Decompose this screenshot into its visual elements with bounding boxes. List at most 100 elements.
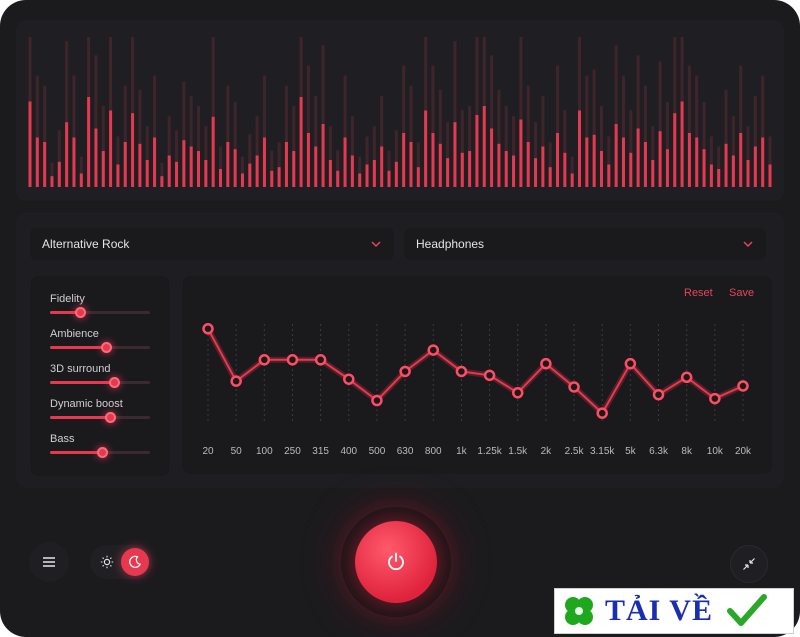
slider-knob[interactable] — [97, 447, 108, 458]
eq-band-handle[interactable] — [427, 344, 440, 356]
chevron-down-icon — [743, 241, 753, 248]
clover-icon — [565, 597, 593, 625]
spectrum-bar — [629, 152, 633, 187]
spectrum-bar — [101, 151, 105, 187]
spectrum-bar — [167, 155, 171, 187]
spectrum-bar — [57, 161, 61, 187]
slider-3d-surround[interactable]: 3D surround — [50, 363, 150, 388]
spectrum-visualizer — [16, 20, 784, 201]
slider-bass[interactable]: Bass — [50, 433, 150, 458]
menu-button[interactable] — [29, 542, 69, 582]
eq-band-handle[interactable] — [314, 354, 327, 366]
slider-track[interactable] — [50, 412, 150, 423]
spectrum-bar — [211, 116, 215, 187]
slider-knob[interactable] — [109, 377, 120, 388]
spectrum-bar — [131, 113, 135, 187]
slider-knob[interactable] — [101, 342, 112, 353]
power-button[interactable] — [355, 521, 437, 603]
slider-track[interactable] — [50, 307, 150, 318]
spectrum-bar — [446, 158, 450, 187]
menu-icon — [43, 557, 55, 567]
spectrum-bar — [182, 140, 186, 187]
spectrum-bar — [394, 161, 398, 187]
eq-band-handle[interactable] — [624, 357, 637, 370]
spectrum-bars — [28, 37, 772, 188]
output-select[interactable]: Headphones — [404, 228, 766, 260]
eq-band-handle[interactable] — [737, 380, 749, 392]
eq-band-handle[interactable] — [399, 365, 411, 378]
eq-band-handle[interactable] — [709, 392, 721, 405]
dark-theme-button[interactable] — [121, 548, 149, 576]
slider-fill — [50, 416, 110, 419]
spectrum-bar — [526, 142, 530, 187]
eq-band-handle[interactable] — [568, 381, 580, 393]
spectrum-bar — [482, 106, 486, 187]
spectrum-bar — [599, 151, 603, 187]
eq-band-handle[interactable] — [258, 354, 271, 366]
genre-select[interactable]: Alternative Rock — [30, 228, 394, 260]
spectrum-bar — [519, 119, 523, 187]
eq-band-handle[interactable] — [483, 369, 496, 382]
slider-track[interactable] — [50, 447, 150, 458]
spectrum-bar — [585, 137, 589, 187]
spectrum-bar — [687, 133, 691, 187]
slider-dynamic-boost[interactable]: Dynamic boost — [50, 398, 150, 423]
checkmark-icon — [726, 594, 767, 626]
eq-band-handle[interactable] — [343, 373, 355, 385]
slider-track[interactable] — [50, 377, 150, 388]
output-select-value: Headphones — [416, 237, 485, 251]
spectrum-bar — [94, 128, 98, 187]
eq-band-handle[interactable] — [202, 323, 214, 335]
eq-band-handle[interactable] — [455, 365, 468, 378]
spectrum-bar — [387, 170, 391, 187]
spectrum-bar — [380, 146, 384, 187]
eq-band-handle[interactable] — [511, 387, 524, 399]
spectrum-bar — [431, 133, 435, 187]
slider-knob[interactable] — [105, 412, 116, 423]
spectrum-bar — [717, 169, 721, 187]
save-button[interactable]: Save — [729, 287, 754, 299]
spectrum-bar — [197, 151, 201, 187]
spectrum-bar — [65, 122, 69, 187]
spectrum-bar — [50, 176, 54, 187]
spectrum-bar — [724, 143, 728, 187]
eq-band-handle[interactable] — [230, 375, 242, 387]
spectrum-bar — [365, 164, 369, 187]
eq-band-handle[interactable] — [286, 354, 299, 366]
spectrum-bar — [35, 137, 39, 187]
light-theme-button[interactable] — [93, 548, 121, 576]
spectrum-bar — [153, 137, 157, 187]
spectrum-bar — [490, 128, 494, 187]
watermark-text: TẢI VỀ — [605, 594, 713, 627]
reset-button[interactable]: Reset — [684, 287, 713, 299]
eq-band-handle[interactable] — [371, 394, 383, 407]
watermark-logo: TẢI VỀ — [554, 588, 794, 634]
spectrum-bar — [746, 160, 750, 187]
slider-track[interactable] — [50, 342, 150, 353]
spectrum-bar — [636, 128, 640, 187]
spectrum-bar — [409, 142, 413, 187]
spectrum-bar — [262, 137, 266, 187]
slider-fidelity[interactable]: Fidelity — [50, 293, 150, 318]
eq-band-handle[interactable] — [596, 407, 608, 419]
slider-ambience[interactable]: Ambience — [50, 328, 150, 353]
collapse-button[interactable] — [730, 545, 768, 583]
spectrum-bar — [87, 97, 91, 187]
spectrum-bar — [43, 142, 47, 187]
spectrum-bar — [475, 115, 479, 187]
spectrum-bar — [343, 137, 347, 187]
spectrum-bar — [621, 137, 625, 187]
spectrum-bar — [336, 170, 340, 187]
spectrum-bar — [761, 137, 765, 187]
eq-band-handle[interactable] — [652, 388, 665, 401]
spectrum-bar — [270, 170, 274, 187]
eq-band-handle[interactable] — [540, 357, 552, 370]
spectrum-bar — [768, 164, 772, 187]
theme-toggle[interactable] — [90, 545, 152, 579]
eq-band-handle[interactable] — [680, 371, 693, 384]
spectrum-bar — [592, 134, 596, 187]
slider-knob[interactable] — [75, 307, 86, 318]
spectrum-bar — [79, 173, 83, 187]
spectrum-bar — [563, 152, 567, 187]
spectrum-bar — [372, 160, 376, 187]
